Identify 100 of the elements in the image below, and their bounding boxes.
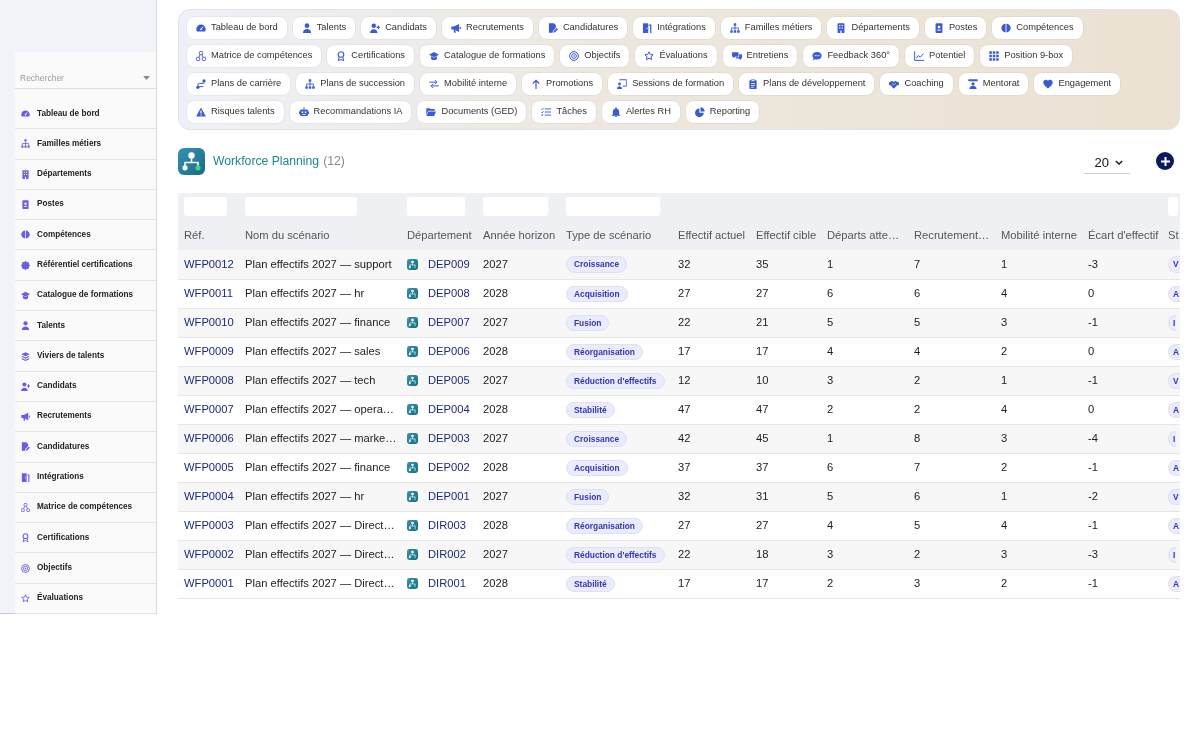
sidebar-item[interactable]: Certifications <box>15 523 156 554</box>
arrow-up-icon <box>531 79 542 89</box>
category-tag: Stabilité <box>566 401 615 419</box>
column-header[interactable]: Départs atte… <box>821 221 908 250</box>
module-link[interactable]: Alertes RH <box>601 101 680 123</box>
table-cell: Plan effectifs 2027 — finance <box>239 453 401 482</box>
sidebar-item[interactable]: Recrutements <box>15 401 156 433</box>
module-link[interactable]: Familles métiers <box>720 17 822 39</box>
sidebar-item[interactable]: Intégrations <box>15 462 156 493</box>
table-cell: 2027 <box>477 366 560 395</box>
module-link[interactable]: Documents (GED) <box>417 101 527 123</box>
department-link[interactable]: DIR001 <box>428 575 466 592</box>
sidebar-item[interactable]: Objectifs <box>15 553 156 584</box>
column-header[interactable]: Mobilité interne <box>995 221 1082 250</box>
search-field[interactable]: Rechercher <box>15 67 156 89</box>
module-link[interactable]: Coaching <box>880 73 953 95</box>
page-size-select[interactable]: 20 <box>1084 152 1130 174</box>
column-header[interactable]: Effectif cible <box>750 221 821 250</box>
module-link[interactable]: Intégrations <box>633 17 715 39</box>
module-link[interactable]: Reporting <box>685 101 760 123</box>
module-link[interactable]: Postes <box>924 17 987 39</box>
table-cell: 2 <box>821 395 908 424</box>
module-link[interactable]: Promotions <box>522 73 603 95</box>
reference-link[interactable]: WFP0007 <box>184 403 234 416</box>
module-link[interactable]: Position 9-box <box>980 45 1073 67</box>
module-link[interactable]: Talents <box>292 17 356 39</box>
column-header[interactable]: St <box>1164 221 1180 250</box>
module-link[interactable]: Mentorat <box>958 73 1029 95</box>
module-link[interactable]: Catalogue de formations <box>420 45 555 67</box>
column-header[interactable]: Réf. <box>178 221 239 250</box>
table-cell: 2027 <box>477 540 560 569</box>
person-plus-icon <box>370 23 381 33</box>
department-link[interactable]: DEP008 <box>428 285 470 302</box>
table-cell: Plan effectifs 2027 — marke… <box>239 424 401 453</box>
category-tag: A <box>1168 575 1180 593</box>
module-link[interactable]: Tâches <box>532 101 596 123</box>
sidebar-item[interactable]: Catalogue de formations <box>15 280 156 312</box>
sidebar-item[interactable]: Tableau de bord <box>15 99 156 130</box>
reference-link[interactable]: WFP0005 <box>184 461 234 474</box>
reference-link[interactable]: WFP0001 <box>184 577 234 590</box>
department-link[interactable]: DIR003 <box>428 517 466 534</box>
module-link[interactable]: Départements <box>827 17 919 39</box>
table-cell: Plan effectifs 2027 — finance <box>239 308 401 337</box>
module-link[interactable]: Évaluations <box>635 45 717 67</box>
sidebar-item[interactable]: Talents <box>15 311 156 342</box>
column-header[interactable]: Écart d'effectif <box>1082 221 1164 250</box>
module-link[interactable]: Plans de développement <box>739 73 875 95</box>
sidebar-item[interactable]: Départements <box>15 159 156 190</box>
department-link[interactable]: DEP002 <box>428 459 470 476</box>
award-icon <box>21 533 30 543</box>
table-cell: 4 <box>821 511 908 540</box>
department-link[interactable]: DEP006 <box>428 343 470 360</box>
sidebar-item[interactable]: Candidatures <box>15 432 156 463</box>
sidebar-item[interactable]: Postes <box>15 189 156 221</box>
module-link[interactable]: Risques talents <box>187 101 284 123</box>
sidebar-item[interactable]: Familles métiers <box>15 129 156 160</box>
column-header[interactable]: Année horizon <box>477 221 560 250</box>
module-link[interactable]: Plans de carrière <box>187 73 291 95</box>
module-link[interactable]: Potentiel <box>905 45 975 67</box>
column-header[interactable]: Recrutement… <box>908 221 995 250</box>
org-chart-icon <box>407 433 418 444</box>
sidebar-item[interactable]: Matrice de compétences <box>15 492 156 524</box>
module-link[interactable]: Certifications <box>327 45 414 67</box>
add-button[interactable] <box>1156 152 1174 170</box>
module-link[interactable]: Objectifs <box>560 45 630 67</box>
door-icon <box>642 23 653 33</box>
column-header[interactable]: Nom du scénario <box>239 221 401 250</box>
column-header[interactable]: Département <box>401 221 477 250</box>
sidebar-item[interactable]: Viviers de talents <box>15 341 156 372</box>
sidebar-item[interactable]: Compétences <box>15 220 156 251</box>
table-cell: Plan effectifs 2027 — opera… <box>239 395 401 424</box>
module-link[interactable]: Mobilité interne <box>420 73 517 95</box>
sidebar-item[interactable]: Référentiel certifications <box>15 250 156 281</box>
module-link[interactable]: Feedback 360° <box>803 45 900 67</box>
module-link[interactable]: Engagement <box>1034 73 1121 95</box>
org-chart-icon <box>407 258 418 270</box>
module-link[interactable]: Candidats <box>361 17 437 39</box>
module-link[interactable]: Recrutements <box>442 17 533 39</box>
reference-link[interactable]: WFP0011 <box>184 287 233 300</box>
department-link[interactable]: DEP004 <box>428 401 470 418</box>
module-link[interactable]: Compétences <box>992 17 1083 39</box>
module-link[interactable]: Candidatures <box>538 17 628 39</box>
column-header[interactable]: Type de scénario <box>560 221 672 250</box>
module-link[interactable]: Sessions de formation <box>608 73 734 95</box>
sidebar-item[interactable]: Candidats <box>15 371 156 402</box>
module-link[interactable]: Plans de succession <box>296 73 415 95</box>
column-header[interactable]: Effectif actuel <box>672 221 750 250</box>
sidebar-item[interactable]: Évaluations <box>15 583 156 615</box>
module-link[interactable]: Matrice de compétences <box>187 45 322 67</box>
table-cell: -1 <box>1082 453 1164 482</box>
reference-link[interactable]: WFP0003 <box>184 519 234 532</box>
table-cell: Plan effectifs 2027 — Direct… <box>239 511 401 540</box>
document-pen-icon <box>547 23 558 33</box>
module-link[interactable]: Tableau de bord <box>187 17 287 39</box>
category-tag: Réorganisation <box>566 343 643 361</box>
table-cell: Plan effectifs 2027 — hr <box>239 279 401 308</box>
module-link[interactable]: Entretiens <box>722 45 798 67</box>
table-cell: 2027 <box>477 250 560 279</box>
module-link[interactable]: Recommandations IA <box>289 101 412 123</box>
reference-link[interactable]: WFP0009 <box>184 345 234 358</box>
